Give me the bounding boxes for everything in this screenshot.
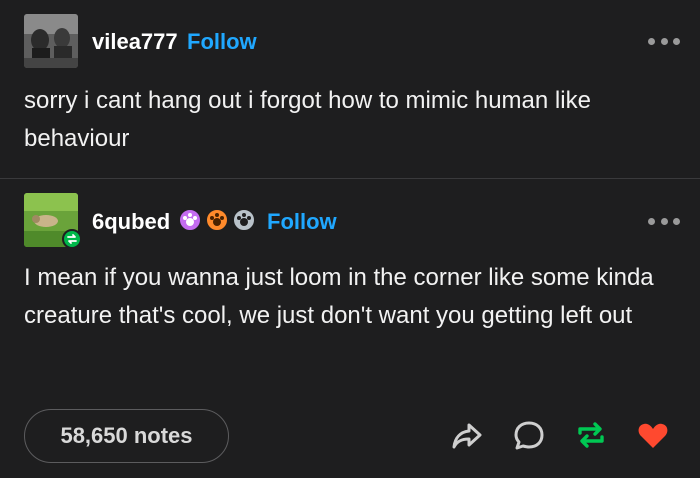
- heart-icon[interactable]: [636, 418, 670, 452]
- post-author-name[interactable]: vilea777: [92, 29, 178, 55]
- more-options-icon[interactable]: [648, 36, 680, 46]
- reblog-divider: [0, 178, 700, 179]
- share-icon[interactable]: [450, 418, 484, 452]
- follow-button-6qubed[interactable]: Follow: [267, 209, 337, 235]
- reblog-body-text: I mean if you wanna just loom in the cor…: [24, 264, 654, 329]
- grey-paw-badge-icon: [232, 208, 256, 232]
- reblog-author-name[interactable]: 6qubed: [92, 209, 170, 235]
- purple-paw-badge-icon: [178, 208, 202, 232]
- notes-count-button[interactable]: 58,650 notes: [24, 409, 229, 463]
- avatar-image: [24, 14, 78, 68]
- post-body-text: sorry i cant hang out i forgot how to mi…: [24, 87, 591, 152]
- reply-icon[interactable]: [512, 418, 546, 452]
- more-options-icon[interactable]: [648, 216, 680, 226]
- tumblr-post: vilea777 Follow sorry i cant hang out i …: [0, 0, 700, 478]
- reblog-icon[interactable]: [574, 418, 608, 452]
- follow-button-vilea777[interactable]: Follow: [187, 29, 257, 55]
- avatar-vilea777[interactable]: [24, 14, 78, 68]
- orange-paw-badge-icon: [205, 208, 229, 232]
- reblog-badge-icon: [62, 229, 82, 249]
